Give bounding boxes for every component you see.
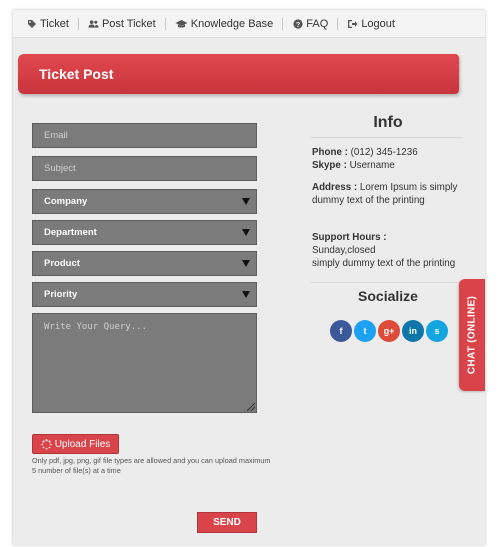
nav-post-ticket[interactable]: Post Ticket [88, 18, 156, 30]
linkedin-glyph: in [409, 326, 417, 336]
send-label: SEND [213, 517, 241, 528]
chat-online-tab[interactable]: CHAT (ONLINE) [459, 279, 485, 391]
svg-text:?: ? [296, 22, 300, 29]
facebook-icon[interactable]: f [330, 320, 352, 342]
chat-label: CHAT (ONLINE) [466, 295, 478, 375]
address-info: Address : Lorem Ipsum is simply dummy te… [312, 181, 462, 207]
facebook-glyph: f [339, 326, 343, 336]
nav-divider [164, 17, 166, 30]
top-navigation: Ticket Post Ticket Knowledge Base ? FAQ [13, 10, 485, 38]
graduation-cap-icon [175, 18, 188, 29]
product-select-value: Product [44, 258, 80, 269]
nav-faq[interactable]: ? FAQ [292, 18, 328, 30]
nav-logout[interactable]: Logout [347, 18, 395, 30]
upload-files-button[interactable]: Upload Files [32, 434, 119, 454]
nav-divider [282, 17, 284, 30]
nav-divider [337, 17, 339, 30]
skype-glyph: s [434, 326, 440, 336]
department-select-value: Department [44, 227, 97, 238]
nav-knowledge-base[interactable]: Knowledge Base [175, 17, 274, 30]
google-plus-icon[interactable]: g+ [378, 320, 400, 342]
phone-value: (012) 345-1236 [350, 147, 418, 158]
company-select-value: Company [44, 196, 88, 207]
upload-help-text: Only pdf, jpg, png, gif file types are a… [32, 456, 271, 475]
query-textarea[interactable]: Write Your Query... [32, 313, 257, 413]
dropdown-arrow-icon [242, 260, 250, 267]
dropdown-arrow-icon [242, 291, 250, 298]
skype-value: Username [349, 160, 395, 171]
info-heading: Info [373, 114, 403, 131]
question-circle-icon: ? [292, 18, 303, 29]
nav-logout-label: Logout [361, 17, 395, 30]
email-input[interactable]: Email [32, 123, 257, 148]
support-hours-line: Sunday,closed [312, 245, 376, 256]
divider [311, 282, 463, 283]
email-placeholder: Email [44, 130, 68, 141]
twitter-icon[interactable]: t [354, 320, 376, 342]
resize-handle-icon[interactable] [247, 403, 255, 411]
nav-divider [77, 17, 79, 30]
support-hours-line: simply dummy text of the printing [312, 258, 456, 269]
dropdown-arrow-icon [242, 229, 250, 236]
contact-info: Phone : (012) 345-1236 Skype : Username [312, 146, 462, 172]
support-hours-label: Support Hours : [312, 232, 387, 243]
department-select[interactable]: Department [32, 220, 257, 245]
page-frame: Ticket Post Ticket Knowledge Base ? FAQ [13, 10, 485, 545]
nav-knowledge-base-label: Knowledge Base [190, 17, 274, 30]
query-placeholder: Write Your Query... [44, 322, 147, 332]
page-header-ribbon: Ticket Post [18, 54, 459, 94]
nav-post-ticket-label: Post Ticket [101, 17, 156, 30]
google-plus-glyph: g+ [383, 326, 395, 336]
users-icon [88, 18, 99, 29]
priority-select[interactable]: Priority [32, 282, 257, 307]
spinner-icon [41, 438, 52, 449]
page-title: Ticket Post [39, 66, 114, 82]
skype-icon[interactable]: s [426, 320, 448, 342]
nav-faq-label: FAQ [306, 17, 329, 30]
nav-ticket[interactable]: Ticket [26, 18, 69, 30]
nav-ticket-label: Ticket [40, 17, 69, 30]
product-select[interactable]: Product [32, 251, 257, 276]
tag-icon [26, 18, 37, 29]
send-button[interactable]: SEND [197, 512, 257, 533]
skype-label: Skype : [312, 160, 347, 171]
company-select[interactable]: Company [32, 189, 257, 214]
twitter-glyph: t [363, 326, 367, 336]
social-links: f t g+ in s [330, 320, 450, 342]
dropdown-arrow-icon [242, 198, 250, 205]
upload-files-label: Upload Files [54, 438, 111, 450]
address-label: Address : [312, 182, 358, 193]
priority-select-value: Priority [44, 289, 78, 300]
sign-out-icon [347, 18, 358, 29]
divider [311, 137, 463, 138]
subject-placeholder: Subject [44, 163, 76, 174]
socialize-heading: Socialize [358, 288, 418, 304]
subject-input[interactable]: Subject [32, 156, 257, 181]
support-hours-info: Support Hours : Sunday,closed simply dum… [312, 231, 462, 270]
linkedin-icon[interactable]: in [402, 320, 424, 342]
phone-label: Phone : [312, 147, 348, 158]
